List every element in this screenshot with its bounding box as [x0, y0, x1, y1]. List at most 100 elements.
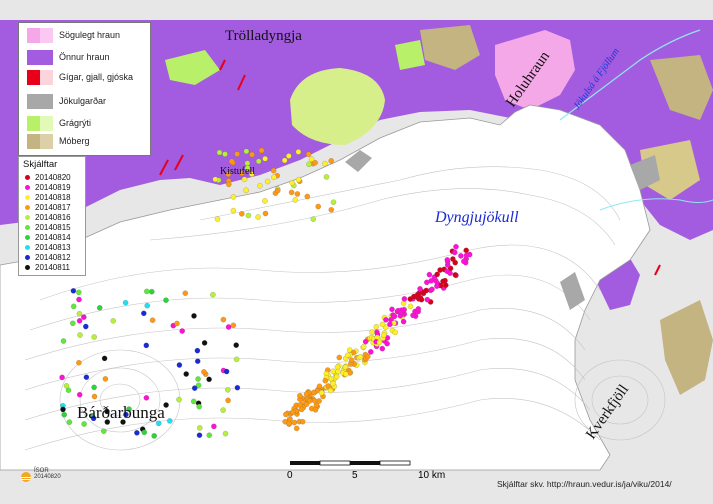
earthquake-date-label: 20140816: [35, 213, 71, 222]
earthquake-point: [216, 149, 223, 156]
earthquake-point: [225, 324, 232, 330]
earthquake-legend-item: 20140816: [25, 213, 71, 222]
earthquake-point: [233, 342, 239, 348]
earthquake-point: [297, 393, 303, 399]
legend-swatch: [27, 93, 53, 109]
earthquake-point: [282, 157, 288, 164]
earthquake-point: [176, 396, 182, 403]
earthquake-point: [262, 210, 269, 217]
earthquake-point: [179, 328, 185, 334]
scale-label-5: 5: [352, 470, 358, 481]
earthquake-point: [294, 191, 301, 197]
earthquake-legend-item: 20140817: [25, 203, 71, 212]
earthquake-dot-icon: [25, 235, 30, 240]
earthquake-point: [290, 409, 296, 415]
earthquake-point: [91, 334, 97, 340]
earthquake-point: [304, 193, 310, 200]
earthquake-point: [343, 371, 349, 377]
earthquake-point: [271, 174, 277, 180]
earthquake-point: [391, 313, 398, 319]
earthquake-point: [327, 387, 334, 394]
earthquake-point: [264, 178, 271, 185]
earthquake-point: [286, 153, 292, 159]
legend-label: Móberg: [59, 136, 90, 146]
earthquake-point: [312, 407, 319, 413]
earthquake-point: [191, 313, 197, 319]
earthquake-date-label: 20140815: [35, 223, 71, 232]
label-kistufell: Kistufell: [220, 166, 255, 177]
logo-date: 20140820: [34, 474, 61, 480]
earthquake-point: [270, 167, 277, 174]
earthquake-point: [70, 320, 76, 326]
earthquake-point: [101, 355, 108, 362]
earthquake-point: [424, 296, 430, 303]
earthquake-point: [316, 383, 323, 389]
earthquake-point: [295, 149, 302, 155]
earthquake-point: [426, 271, 433, 278]
earthquake-date-label: 20140812: [35, 253, 71, 262]
earthquake-point: [295, 176, 302, 183]
earthquake-point: [167, 418, 173, 424]
earthquake-dot-icon: [25, 245, 30, 250]
earthquake-date-label: 20140811: [35, 263, 70, 272]
earthquake-point: [383, 317, 389, 323]
earthquake-point: [291, 419, 297, 426]
earthquake-point: [225, 397, 231, 404]
earthquake-point: [195, 376, 201, 382]
earthquake-point: [225, 387, 231, 393]
legend-item: Gígar, gjall, gjóska: [27, 69, 133, 85]
earthquake-point: [407, 303, 414, 310]
earthquake-point: [373, 324, 379, 330]
legend-swatch: [27, 27, 53, 43]
legend-swatch: [27, 115, 53, 131]
earthquake-point: [201, 369, 207, 375]
earthquake-point: [257, 183, 263, 189]
earthquake-point: [228, 158, 235, 165]
earthquake-point: [330, 380, 336, 387]
earthquake-point: [201, 340, 208, 346]
label-dyngjujokull: Dyngjujökull: [434, 209, 519, 226]
earthquake-point: [434, 271, 440, 278]
earthquake-point: [220, 407, 226, 413]
earthquake-point: [258, 147, 265, 154]
earthquake-point: [423, 287, 429, 294]
label-bardarbunga: Bárðarbunga: [77, 403, 165, 422]
earthquake-legend-item: 20140819: [25, 183, 71, 192]
earthquake-point: [443, 282, 449, 288]
earthquake-point: [336, 354, 342, 361]
earthquake-point: [194, 358, 201, 364]
earthquake-point: [357, 354, 364, 360]
earthquake-point: [149, 317, 156, 323]
earthquake-point: [306, 161, 312, 167]
earthquake-point: [66, 419, 73, 425]
legend-item: Móberg: [27, 133, 90, 149]
isor-logo: ÍSOR 20140820: [20, 468, 61, 487]
earthquake-point: [63, 383, 70, 389]
earthquake-point: [362, 339, 369, 345]
earthquake-point: [299, 406, 305, 413]
earthquake-dot-icon: [25, 185, 30, 190]
earthquake-legend: Skjálftar 20140820 20140819 20140818 201408…: [18, 156, 86, 276]
earthquake-date-label: 20140814: [35, 233, 71, 242]
legend-item: Grágrýti: [27, 115, 91, 131]
earthquake-point: [183, 371, 189, 377]
earthquake-point: [176, 362, 183, 368]
earthquake-point: [414, 292, 421, 298]
geology-legend: Sögulegt hraun Önnur hraun Gígar, gjall, g…: [18, 22, 151, 156]
earthquake-dot-icon: [25, 215, 30, 220]
earthquake-point: [275, 187, 281, 194]
earthquake-point: [325, 383, 331, 389]
legend-swatch: [27, 69, 53, 85]
earthquake-point: [453, 243, 459, 250]
earthquake-point: [452, 272, 458, 278]
earthquake-point: [206, 376, 212, 382]
earthquake-point: [418, 297, 425, 303]
earthquake-point: [262, 155, 268, 162]
earthquake-point: [286, 420, 292, 427]
earthquake-date-label: 20140819: [35, 183, 71, 192]
earthquake-point: [76, 289, 82, 296]
earthquake-point: [308, 156, 315, 162]
earthquake-point: [437, 267, 443, 273]
earthquake-point: [463, 247, 469, 253]
earthquake-point: [307, 398, 313, 404]
